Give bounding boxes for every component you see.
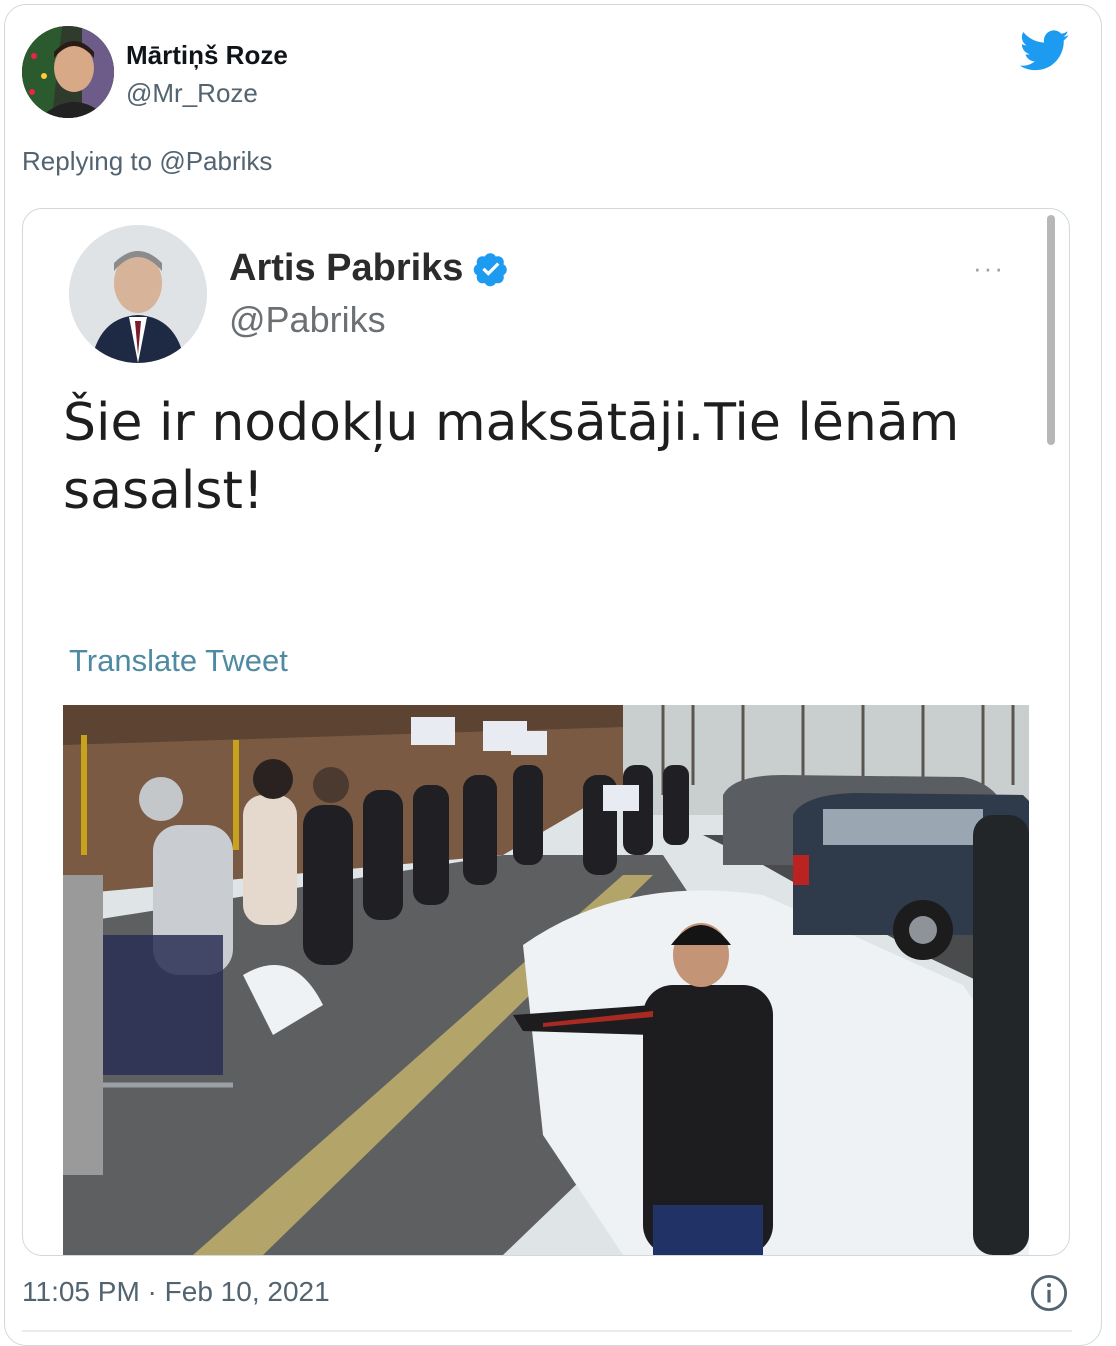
quoted-tweet-text: Šie ir nodokļu maksātāji.Tie lēnām sasal… [63,393,960,521]
verified-badge-icon [474,252,508,286]
author-avatar[interactable] [22,26,114,118]
translate-tweet-link: Translate Tweet [69,643,288,678]
replying-to-mention[interactable]: @Pabriks [159,146,272,176]
author-name[interactable]: Mārtiņš Roze [126,40,288,71]
replying-to-prefix: Replying to [22,146,153,176]
info-icon[interactable] [1030,1274,1068,1312]
quoted-tweet-photo [63,705,1029,1255]
quoted-tweet-image[interactable]: Artis Pabriks @Pabriks ··· Šie ir nodokļ… [22,208,1070,1256]
quoted-author-handle: @Pabriks [229,299,386,340]
twitter-bird-icon[interactable] [1020,30,1070,72]
replying-to: Replying to @Pabriks [22,146,272,177]
tweet-timestamp[interactable]: 11:05 PM · Feb 10, 2021 [22,1276,330,1308]
more-options-icon: ··· [973,253,1005,283]
quoted-author-name-text: Artis Pabriks [229,247,464,289]
scrollbar [1047,215,1055,445]
quoted-author-name: Artis Pabriks [229,247,509,290]
author-handle[interactable]: @Mr_Roze [126,78,258,109]
quoted-author-avatar [69,225,207,363]
divider [22,1330,1072,1332]
